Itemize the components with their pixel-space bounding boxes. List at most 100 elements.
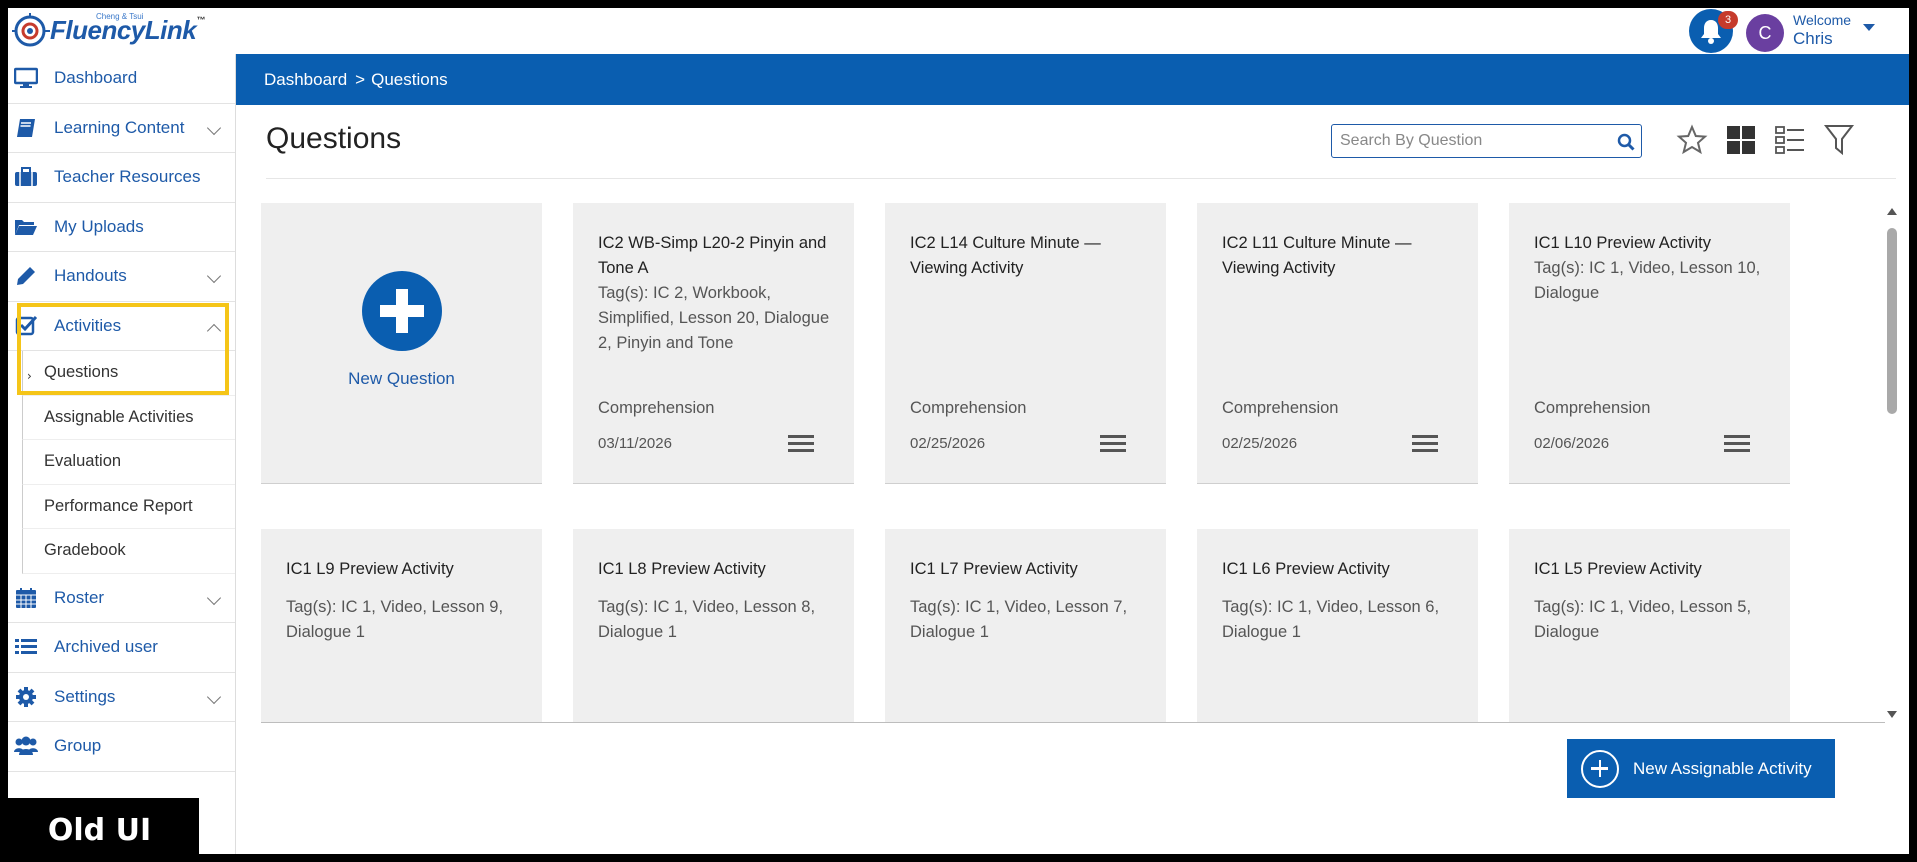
- page-title: Questions: [266, 122, 402, 155]
- breadcrumb-current: Questions: [371, 69, 448, 89]
- welcome-label: Welcome: [1793, 12, 1852, 28]
- sidebar-subitem-gradebook[interactable]: Gradebook: [22, 529, 235, 574]
- divider: [261, 722, 1885, 723]
- sidebar-subitem-questions[interactable]: › Questions: [22, 351, 235, 396]
- active-arrow-icon: ›: [27, 369, 32, 383]
- question-card[interactable]: IC1 L7 Preview Activity Tag(s): IC 1, Vi…: [885, 529, 1166, 723]
- hamburger-menu-icon[interactable]: [1100, 435, 1126, 455]
- new-question-label: New Question: [348, 369, 455, 388]
- hamburger-menu-icon[interactable]: [1724, 435, 1750, 455]
- question-category: Comprehension: [910, 399, 1027, 417]
- sidebar-subitem-label: Questions: [44, 363, 119, 382]
- question-card[interactable]: IC1 L8 Preview Activity Tag(s): IC 1, Vi…: [573, 529, 854, 723]
- monitor-icon: [12, 66, 40, 90]
- question-card[interactable]: IC1 L5 Preview Activity Tag(s): IC 1, Vi…: [1509, 529, 1790, 723]
- breadcrumb-dashboard-link[interactable]: Dashboard: [264, 70, 347, 90]
- hamburger-menu-icon[interactable]: [1412, 435, 1438, 455]
- question-date: 03/11/2026: [598, 435, 672, 452]
- scrollbar-thumb[interactable]: [1887, 228, 1897, 414]
- list-view-button[interactable]: [1772, 122, 1808, 158]
- chevron-down-icon[interactable]: [206, 120, 222, 135]
- new-assignable-activity-button[interactable]: New Assignable Activity: [1567, 739, 1835, 798]
- sidebar-subitem-label: Evaluation: [44, 452, 122, 471]
- filter-icon: [1823, 125, 1855, 156]
- folder-open-icon: [12, 215, 40, 239]
- grid-scrollbar[interactable]: [1885, 204, 1899, 722]
- question-title: IC1 L9 Preview Activity: [286, 560, 454, 578]
- question-date: 02/25/2026: [1222, 435, 1298, 452]
- sidebar-item-roster[interactable]: Roster: [8, 574, 235, 623]
- sidebar-subitem-performance-report[interactable]: Performance Report: [22, 484, 235, 529]
- user-menu[interactable]: Welcome Chris: [1793, 12, 1851, 49]
- logo-subtitle: Cheng & Tsui: [96, 12, 144, 21]
- question-card[interactable]: IC2 L11 Culture Minute — Viewing Activit…: [1197, 203, 1478, 484]
- hamburger-menu-icon[interactable]: [788, 435, 814, 455]
- gear-icon: [12, 685, 40, 709]
- question-card[interactable]: IC2 L14 Culture Minute — Viewing Activit…: [885, 203, 1166, 484]
- sidebar-subitem-label: Gradebook: [44, 541, 126, 560]
- question-tags: Tag(s): IC 1, Video, Lesson 7, Dialogue …: [910, 598, 1128, 641]
- sidebar-item-group[interactable]: Group: [8, 722, 235, 772]
- sidebar-item-my-uploads[interactable]: My Uploads: [8, 203, 235, 252]
- question-title: IC1 L10 Preview Activity: [1534, 234, 1711, 252]
- question-card[interactable]: IC1 L10 Preview Activity Tag(s): IC 1, V…: [1509, 203, 1790, 484]
- sidebar-item-label: Handouts: [54, 266, 127, 286]
- favorites-star-button[interactable]: [1674, 122, 1710, 158]
- caret-down-icon[interactable]: [1863, 24, 1875, 31]
- user-name: Chris: [1793, 29, 1833, 48]
- briefcase-icon: [12, 165, 40, 189]
- question-card[interactable]: IC1 L6 Preview Activity Tag(s): IC 1, Vi…: [1197, 529, 1478, 723]
- search-input[interactable]: [1332, 125, 1602, 157]
- checkbox-icon: [12, 314, 40, 338]
- question-date: 02/25/2026: [910, 435, 986, 452]
- filter-button[interactable]: [1821, 122, 1857, 158]
- chevron-up-icon[interactable]: [206, 323, 222, 338]
- sidebar-item-archived-user[interactable]: Archived user: [8, 623, 235, 673]
- question-card[interactable]: IC1 L9 Preview Activity Tag(s): IC 1, Vi…: [261, 529, 542, 723]
- question-card[interactable]: IC2 WB-Simp L20-2 Pinyin and Tone A Tag(…: [573, 203, 854, 484]
- logo[interactable]: Cheng & Tsui FluencyLink™: [10, 10, 205, 50]
- sidebar-item-handouts[interactable]: Handouts: [8, 252, 235, 302]
- avatar[interactable]: C: [1746, 14, 1784, 52]
- sidebar-item-label: Teacher Resources: [54, 167, 201, 187]
- sidebar-subitem-evaluation[interactable]: Evaluation: [22, 440, 235, 485]
- notification-count-badge: 3: [1718, 11, 1738, 29]
- question-title: IC1 L7 Preview Activity: [910, 560, 1078, 578]
- questions-grid: New Question IC2 WB-Simp L20-2 Pinyin an…: [261, 203, 1881, 723]
- chevron-down-icon[interactable]: [206, 268, 222, 284]
- add-circle-icon: [362, 271, 442, 351]
- sidebar-subitem-label: Assignable Activities: [44, 407, 194, 426]
- sidebar-item-label: Dashboard: [54, 68, 138, 88]
- book-icon: [12, 116, 40, 140]
- question-title: IC1 L8 Preview Activity: [598, 560, 766, 578]
- scroll-up-arrow-icon[interactable]: [1887, 208, 1897, 215]
- sidebar-item-activities[interactable]: Activities: [8, 302, 235, 351]
- sidebar-item-label: Activities: [54, 315, 122, 335]
- old-ui-label: Old UI: [8, 798, 199, 854]
- sidebar-item-dashboard[interactable]: Dashboard: [8, 54, 235, 104]
- sidebar-item-label: My Uploads: [54, 216, 144, 236]
- search-icon[interactable]: [1617, 133, 1635, 155]
- chevron-down-icon[interactable]: [206, 590, 222, 605]
- sidebar-subitem-assignable-activities[interactable]: Assignable Activities: [22, 395, 235, 440]
- scroll-down-arrow-icon[interactable]: [1887, 711, 1897, 718]
- question-tags: Tag(s): IC 2, Workbook, Simplified, Less…: [598, 284, 830, 352]
- users-icon: [12, 734, 40, 758]
- question-title: IC2 L11 Culture Minute — Viewing Activit…: [1222, 234, 1412, 277]
- logo-mark-icon: [10, 10, 54, 50]
- trademark: ™: [196, 14, 205, 25]
- grid-view-button[interactable]: [1723, 122, 1759, 158]
- top-bar: Cheng & Tsui FluencyLink™ 3 C Welcome Ch…: [8, 8, 1909, 54]
- add-circle-outline-icon: [1581, 749, 1619, 788]
- new-question-card[interactable]: New Question: [261, 203, 542, 484]
- question-date: 02/06/2026: [1534, 435, 1610, 452]
- star-icon: [1676, 124, 1708, 155]
- sidebar: Dashboard Learning Content Teacher Resou…: [8, 54, 236, 854]
- sidebar-item-learning-content[interactable]: Learning Content: [8, 104, 235, 153]
- question-tags: Tag(s): IC 1, Video, Lesson 6, Dialogue …: [1222, 598, 1440, 641]
- question-category: Comprehension: [1534, 399, 1651, 417]
- question-title: IC2 WB-Simp L20-2 Pinyin and Tone A: [598, 234, 827, 277]
- sidebar-item-teacher-resources[interactable]: Teacher Resources: [8, 153, 235, 203]
- sidebar-item-settings[interactable]: Settings: [8, 673, 235, 722]
- chevron-down-icon[interactable]: [206, 689, 222, 704]
